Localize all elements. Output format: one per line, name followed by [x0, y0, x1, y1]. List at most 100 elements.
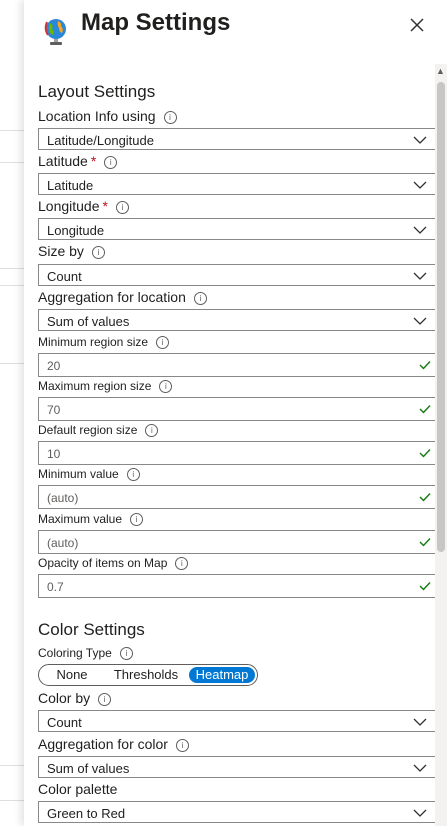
coloring-type-none[interactable]: None	[45, 667, 99, 683]
color-palette-dropdown[interactable]: Green to Red	[38, 801, 435, 823]
checkmark-icon	[419, 361, 431, 370]
color-settings-heading: Color Settings	[38, 620, 145, 639]
min-region-value: 20	[47, 359, 61, 373]
min-value-value: (auto)	[47, 491, 79, 505]
panel-header: Map Settings	[24, 0, 447, 58]
max-region-label-text: Maximum region size	[38, 379, 152, 393]
size-by-label-text: Size by	[38, 243, 84, 259]
aggregation-location-value: Sum of values	[47, 314, 130, 329]
info-icon[interactable]: i	[159, 380, 173, 393]
background-divider	[0, 285, 24, 286]
color-palette-label: Color palette	[38, 781, 117, 797]
latitude-label: Latitude * i	[38, 153, 118, 169]
required-marker: *	[90, 153, 97, 169]
location-info-label: Location Info using i	[38, 108, 177, 124]
max-value-label: Maximum value i	[38, 512, 144, 526]
min-region-label: Minimum region size i	[38, 335, 170, 349]
aggregation-color-dropdown[interactable]: Sum of values	[38, 756, 435, 778]
opacity-input[interactable]: 0.7	[38, 574, 435, 598]
latitude-dropdown[interactable]: Latitude	[38, 173, 435, 195]
info-icon[interactable]: i	[130, 513, 144, 526]
max-value-value: (auto)	[47, 536, 79, 550]
color-palette-label-text: Color palette	[38, 781, 118, 797]
aggregation-location-label: Aggregation for location i	[38, 289, 207, 305]
coloring-type-heatmap[interactable]: Heatmap	[189, 667, 255, 683]
latitude-value: Latitude	[47, 178, 94, 193]
color-by-label: Color by i	[38, 690, 112, 706]
info-icon[interactable]: i	[98, 693, 112, 706]
chevron-down-icon	[413, 718, 427, 726]
location-info-label-text: Location Info using	[38, 108, 156, 124]
info-icon[interactable]: i	[163, 111, 177, 124]
info-icon[interactable]: i	[175, 739, 189, 752]
color-by-label-text: Color by	[38, 690, 91, 706]
coloring-type-toggle: None Thresholds Heatmap	[38, 664, 258, 686]
info-icon[interactable]: i	[175, 557, 189, 570]
background-divider	[0, 268, 24, 269]
background-divider	[0, 363, 24, 364]
background-divider	[0, 130, 24, 131]
min-value-input[interactable]: (auto)	[38, 485, 435, 509]
color-by-dropdown[interactable]: Count	[38, 710, 435, 732]
aggregation-color-label-text: Aggregation for color	[38, 736, 168, 752]
background-divider	[0, 765, 24, 766]
scrollbar-thumb[interactable]	[437, 82, 445, 552]
color-by-value: Count	[47, 715, 82, 730]
max-value-input[interactable]: (auto)	[38, 530, 435, 554]
chevron-down-icon	[413, 764, 427, 772]
default-region-value: 10	[47, 447, 61, 461]
layout-settings-heading: Layout Settings	[38, 82, 156, 101]
opacity-label-text: Opacity of items on Map	[38, 556, 168, 570]
info-icon[interactable]: i	[193, 292, 207, 305]
chevron-down-icon	[413, 272, 427, 280]
map-settings-panel: Map Settings ▲ Layout Settings Location …	[24, 0, 447, 826]
coloring-type-label: Coloring Type i	[38, 646, 133, 660]
checkmark-icon	[419, 405, 431, 414]
min-region-input[interactable]: 20	[38, 353, 435, 377]
info-icon[interactable]: i	[91, 246, 105, 259]
color-palette-value: Green to Red	[47, 806, 126, 821]
latitude-label-text: Latitude	[38, 153, 88, 169]
checkmark-icon	[419, 493, 431, 502]
location-info-dropdown[interactable]: Latitude/Longitude	[38, 128, 435, 150]
info-icon[interactable]: i	[104, 156, 118, 169]
info-icon[interactable]: i	[115, 201, 129, 214]
info-icon[interactable]: i	[156, 336, 170, 349]
aggregation-location-dropdown[interactable]: Sum of values	[38, 309, 435, 331]
globe-icon	[44, 19, 66, 45]
coloring-type-label-text: Coloring Type	[38, 646, 112, 660]
scroll-up-arrow[interactable]: ▲	[436, 66, 445, 76]
longitude-dropdown[interactable]: Longitude	[38, 218, 435, 240]
chevron-down-icon	[413, 317, 427, 325]
close-icon[interactable]	[408, 16, 426, 34]
chevron-down-icon	[413, 226, 427, 234]
min-value-label-text: Minimum value	[38, 467, 119, 481]
panel-title: Map Settings	[81, 9, 231, 36]
background-divider	[0, 162, 24, 163]
chevron-down-icon	[413, 809, 427, 817]
default-region-label: Default region size i	[38, 423, 159, 437]
coloring-type-thresholds[interactable]: Thresholds	[105, 667, 187, 683]
location-info-value: Latitude/Longitude	[47, 133, 154, 148]
max-region-label: Maximum region size i	[38, 379, 173, 393]
longitude-label: Longitude * i	[38, 198, 129, 214]
default-region-input[interactable]: 10	[38, 441, 435, 465]
max-region-value: 70	[47, 403, 61, 417]
info-icon[interactable]: i	[145, 424, 159, 437]
size-by-dropdown[interactable]: Count	[38, 264, 435, 286]
min-value-label: Minimum value i	[38, 467, 140, 481]
size-by-label: Size by i	[38, 243, 105, 259]
max-region-input[interactable]: 70	[38, 397, 435, 421]
info-icon[interactable]: i	[119, 647, 133, 660]
chevron-down-icon	[413, 136, 427, 144]
aggregation-color-value: Sum of values	[47, 761, 130, 776]
default-region-label-text: Default region size	[38, 423, 138, 437]
size-by-value: Count	[47, 269, 82, 284]
info-icon[interactable]: i	[126, 468, 140, 481]
longitude-label-text: Longitude	[38, 198, 100, 214]
background-divider	[0, 800, 24, 801]
min-region-label-text: Minimum region size	[38, 335, 149, 349]
aggregation-location-label-text: Aggregation for location	[38, 289, 186, 305]
chevron-down-icon	[413, 181, 427, 189]
checkmark-icon	[419, 538, 431, 547]
